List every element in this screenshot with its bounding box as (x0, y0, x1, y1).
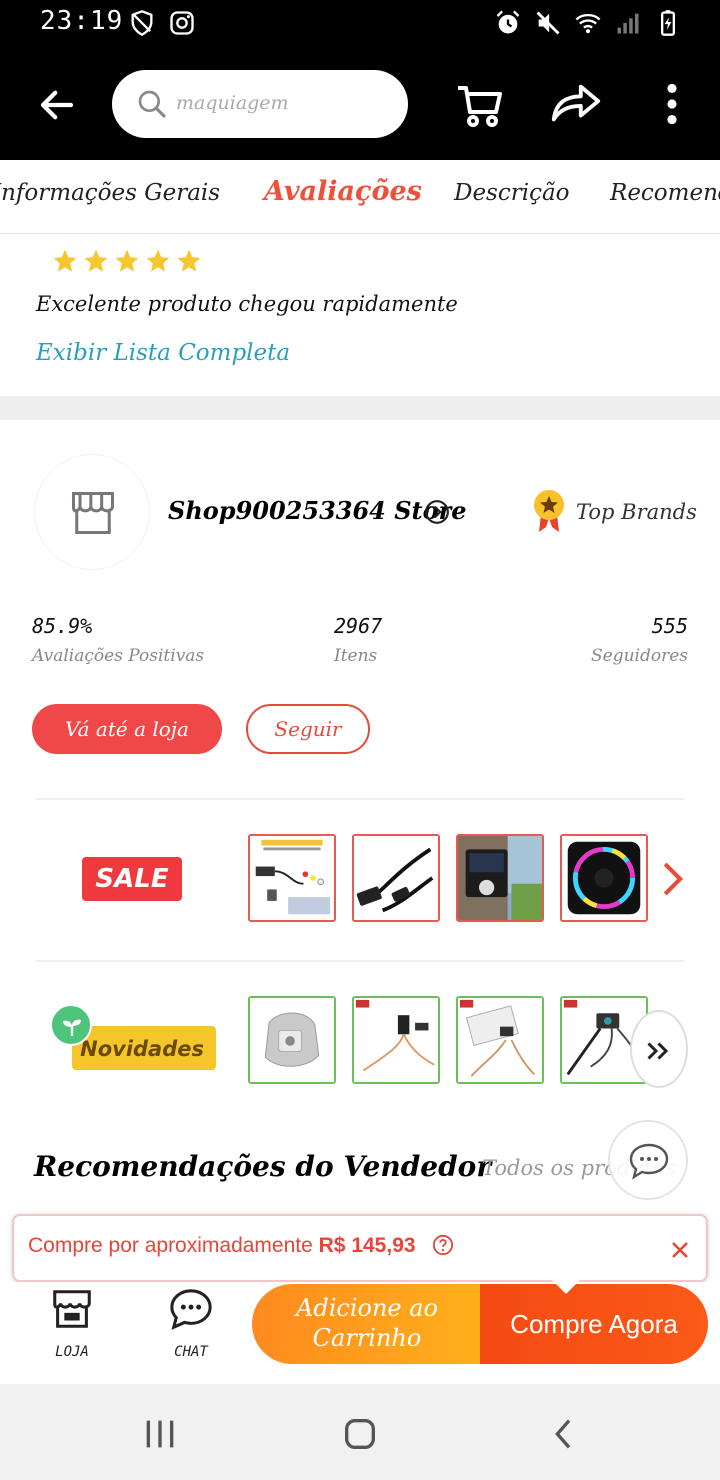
stat-label: Seguidores (590, 646, 688, 666)
review-card: Excelente produto chegou rapidamente Exi… (0, 234, 720, 396)
chevron-right-icon (647, 1042, 669, 1060)
seller-recommendations-title: Recomendações do Vendedor (34, 1150, 492, 1183)
store-name[interactable]: Shop900253364 Store (168, 496, 467, 525)
tab-general-info[interactable]: Informações Gerais (0, 180, 220, 206)
more-vertical-icon[interactable] (660, 82, 684, 126)
cart-icon[interactable] (454, 78, 506, 130)
stat-value: 2967 (334, 614, 383, 638)
status-time: 23:19 (40, 6, 124, 36)
stat-positive-reviews: 85.9% Avaliações Positivas (32, 614, 204, 666)
toast-prefix: Compre por aproximadamente (28, 1234, 319, 1257)
instagram-icon (170, 11, 194, 35)
stat-followers: 555 Seguidores (591, 614, 688, 666)
visit-store-button[interactable]: Vá até a loja (32, 704, 222, 754)
system-nav-bar (0, 1384, 720, 1480)
rc-receiver-product-image (354, 998, 438, 1082)
new-arrivals-label: Novidades (72, 1026, 216, 1070)
battery-icon (661, 10, 675, 36)
toast-text: Compre por aproximadamente R$ 145,93 (28, 1234, 416, 1258)
question-circle-icon[interactable] (432, 1234, 454, 1256)
search-icon (138, 90, 166, 118)
bottom-action-bar: LOJA CHAT Adicione ao Carrinho Compre Ago… (0, 1282, 720, 1384)
chevron-right-icon[interactable] (658, 860, 686, 898)
chat-bubble-icon (629, 1143, 669, 1180)
search-input[interactable]: maquiagem (112, 70, 408, 138)
divider (36, 960, 684, 962)
signal-icon (617, 13, 639, 34)
store-tab-label: LOJA (55, 1344, 89, 1360)
sprout-icon (50, 1004, 92, 1046)
next-button[interactable] (630, 1010, 688, 1088)
store-tab[interactable]: LOJA (32, 1286, 112, 1360)
solar-light-product-image (458, 836, 542, 920)
status-bar: 23:19 (0, 0, 720, 48)
divider (36, 798, 684, 800)
follow-button[interactable]: Seguir (246, 704, 370, 754)
new-arrivals-badge[interactable]: Novidades (50, 1004, 216, 1072)
new-product-thumb[interactable] (352, 996, 440, 1084)
chat-fab[interactable] (608, 1120, 688, 1200)
rgb-fan-product-image (562, 836, 646, 920)
tab-recommendations[interactable]: Recomendações (610, 180, 720, 206)
gimbal-cover-product-image (250, 998, 334, 1082)
sale-product-thumb[interactable] (248, 834, 336, 922)
stat-value: 555 (651, 614, 688, 638)
search-placeholder: maquiagem (176, 92, 289, 114)
store-avatar[interactable] (34, 454, 150, 570)
recent-apps-icon[interactable] (140, 1414, 180, 1454)
stat-value: 85.9% (32, 614, 93, 638)
rc-receiver-kit-product-image (458, 998, 542, 1082)
star-icon (177, 249, 201, 272)
chat-icon (170, 1289, 212, 1330)
store-icon (53, 1290, 91, 1328)
hdmi-cable-product-image (250, 836, 334, 920)
stat-items: 2967 Itens (334, 614, 382, 666)
toast-pointer (552, 1280, 580, 1294)
usb-cable-product-image (354, 836, 438, 920)
close-icon[interactable] (668, 1238, 692, 1262)
back-icon[interactable] (544, 1414, 584, 1454)
share-icon[interactable] (548, 80, 602, 128)
new-product-thumb[interactable] (248, 996, 336, 1084)
new-product-thumb[interactable] (456, 996, 544, 1084)
star-icon (115, 249, 139, 272)
storefront-icon (71, 491, 115, 535)
back-arrow-icon[interactable] (36, 84, 78, 126)
sale-product-thumb[interactable] (560, 834, 648, 922)
wifi-icon (575, 13, 601, 34)
section-divider (0, 396, 720, 420)
star-icon (146, 249, 170, 272)
chat-tab-label: CHAT (174, 1344, 208, 1360)
stat-label: Itens (334, 646, 378, 666)
top-brands-label: Top Brands (576, 500, 697, 524)
rating-stars (52, 248, 202, 274)
alarm-icon (496, 10, 520, 34)
star-icon (53, 249, 77, 272)
home-icon[interactable] (340, 1414, 380, 1454)
chevron-right-circle-icon[interactable] (424, 499, 450, 525)
add-to-cart-button[interactable]: Adicione ao Carrinho (252, 1284, 482, 1364)
store-card: Shop900253364 Store Top Brands 85.9% Ava… (0, 420, 720, 1200)
shield-icon (131, 10, 153, 36)
price-toast: Compre por aproximadamente R$ 145,93 (12, 1214, 708, 1282)
sale-badge[interactable]: SALE (82, 857, 182, 901)
app-header: maquiagem (0, 48, 720, 160)
full-list-link[interactable]: Exibir Lista Completa (36, 340, 290, 366)
tab-description[interactable]: Descrição (454, 180, 570, 206)
star-icon (84, 249, 108, 272)
chat-tab[interactable]: CHAT (151, 1286, 231, 1360)
buy-now-button[interactable]: Compre Agora (480, 1284, 708, 1364)
tab-reviews[interactable]: Avaliações (264, 176, 422, 207)
mute-icon (536, 11, 560, 35)
review-text: Excelente produto chegou rapidamente (36, 292, 458, 316)
sale-product-thumb[interactable] (456, 834, 544, 922)
section-tabs: Informações Gerais Avaliações Descrição … (0, 160, 720, 234)
stat-label: Avaliações Positivas (32, 646, 205, 666)
toast-price: R$ 145,93 (318, 1234, 416, 1257)
top-brands-medal-icon (534, 490, 564, 532)
sale-product-thumb[interactable] (352, 834, 440, 922)
